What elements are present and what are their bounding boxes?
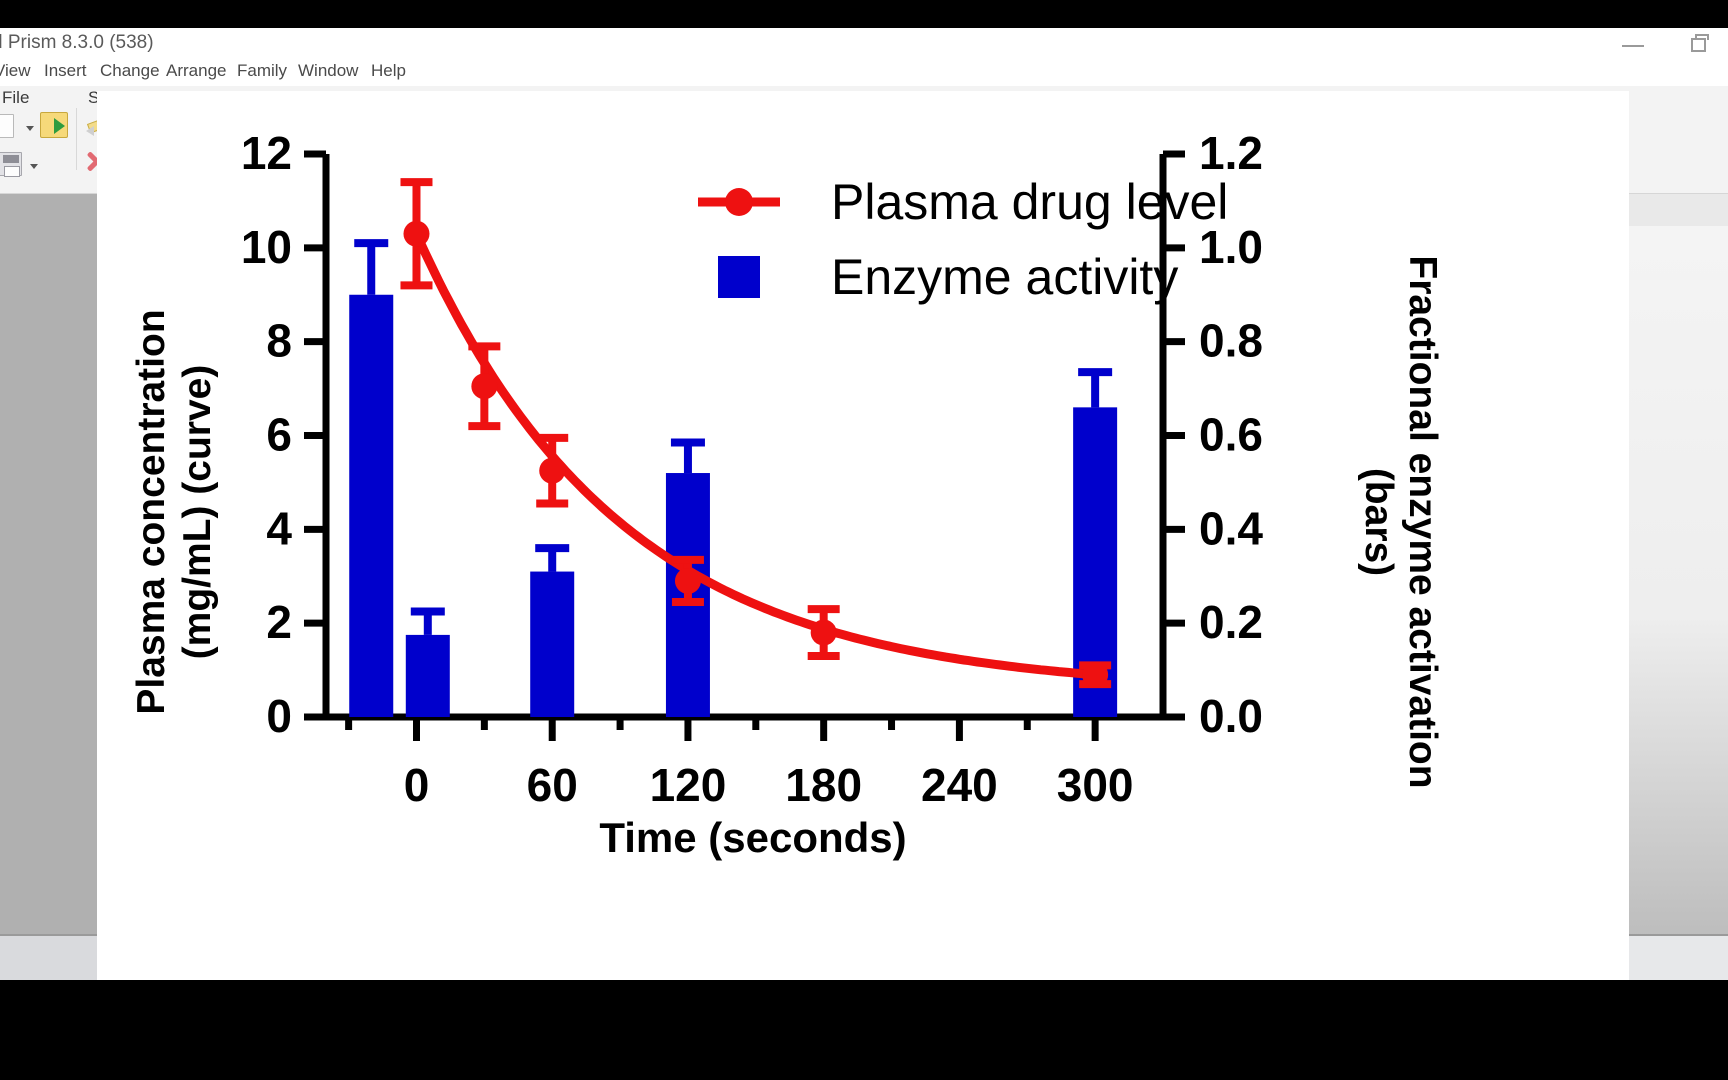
new-document-dropdown-caret[interactable] bbox=[26, 126, 34, 131]
data-point bbox=[539, 457, 566, 484]
legend-marker-circle bbox=[725, 188, 753, 216]
x-axis-title: Time (seconds) bbox=[599, 814, 906, 861]
y-axis-right-tick-label: 0.4 bbox=[1199, 502, 1263, 554]
data-point bbox=[1082, 661, 1109, 688]
data-point bbox=[403, 220, 430, 247]
y-axis-left-title-line1: Plasma concentration bbox=[130, 309, 173, 714]
y-axis-left-tick-label: 8 bbox=[266, 315, 292, 367]
bezel-top bbox=[0, 0, 1728, 28]
menu-item-family[interactable]: Family bbox=[237, 61, 287, 81]
y-axis-right-tick-label: 0.2 bbox=[1199, 596, 1263, 648]
restore-icon bbox=[1691, 38, 1706, 52]
x-axis-tick-label: 60 bbox=[527, 759, 578, 811]
y-axis-left-tick-label: 2 bbox=[266, 596, 292, 648]
menu-item-change[interactable]: Change bbox=[100, 61, 160, 81]
window-titlebar: d Prism 8.3.0 (538) bbox=[0, 28, 1728, 60]
bar bbox=[349, 294, 394, 717]
y-axis-right-title-line2: (bars) bbox=[1357, 468, 1400, 576]
toolbar-separator bbox=[76, 108, 77, 170]
y-axis-right-tick-label: 0.0 bbox=[1199, 690, 1263, 742]
bar bbox=[405, 634, 450, 717]
ribbon-tab-file[interactable]: File bbox=[2, 88, 29, 108]
export-icon[interactable] bbox=[40, 112, 68, 138]
bar bbox=[530, 571, 575, 717]
y-axis-left-title-line2: (mg/mL) (curve) bbox=[176, 365, 219, 660]
x-axis-tick-label: 240 bbox=[921, 759, 998, 811]
minimize-button[interactable] bbox=[1618, 32, 1648, 58]
y-axis-right-tick-label: 0.6 bbox=[1199, 409, 1263, 461]
legend-marker-square bbox=[718, 256, 760, 298]
window-controls bbox=[1618, 32, 1714, 58]
menu-item-view[interactable]: View bbox=[0, 61, 31, 81]
y-axis-left-title: Plasma concentration (mg/mL) (curve) bbox=[130, 309, 219, 714]
legend-label-enzyme-activity: Enzyme activity bbox=[831, 249, 1178, 305]
y-axis-left-tick-label: 4 bbox=[266, 502, 292, 554]
x-axis-tick-label: 0 bbox=[404, 759, 430, 811]
menu-item-window[interactable]: Window bbox=[298, 61, 358, 81]
menu-item-insert[interactable]: Insert bbox=[44, 61, 87, 81]
y-axis-right-title-line1: Fractional enzyme activation bbox=[1401, 255, 1444, 788]
data-point bbox=[810, 619, 837, 646]
y-axis-right-title: Fractional enzyme activation (bars) bbox=[1357, 255, 1444, 788]
y-axis-left-tick-label: 12 bbox=[241, 127, 292, 179]
save-dropdown-caret[interactable] bbox=[30, 164, 38, 169]
minimize-icon bbox=[1622, 45, 1644, 47]
menu-item-help[interactable]: Help bbox=[371, 61, 406, 81]
bezel-bottom bbox=[0, 980, 1728, 1080]
data-point bbox=[471, 373, 498, 400]
y-axis-right-tick-label: 1.2 bbox=[1199, 127, 1263, 179]
graph-sheet[interactable]: Plasma concentration (mg/mL) (curve) Fra… bbox=[98, 92, 1628, 982]
y-axis-left-tick-label: 10 bbox=[241, 221, 292, 273]
menu-item-arrange[interactable]: Arrange bbox=[166, 61, 226, 81]
menubar: View Insert Change Arrange Family Window… bbox=[0, 60, 1728, 86]
screen: d Prism 8.3.0 (538) View Insert Change A… bbox=[0, 0, 1728, 1080]
restore-button[interactable] bbox=[1684, 32, 1714, 58]
x-axis-tick-label: 300 bbox=[1057, 759, 1134, 811]
y-axis-right-tick-label: 0.8 bbox=[1199, 315, 1263, 367]
navigator-panel[interactable] bbox=[0, 194, 100, 934]
bars-layer bbox=[349, 239, 1118, 717]
new-document-icon[interactable] bbox=[0, 114, 14, 138]
legend-label-plasma-drug-level: Plasma drug level bbox=[831, 174, 1228, 230]
y-axis-left-tick-label: 0 bbox=[266, 690, 292, 742]
legend-layer: Plasma drug level Enzyme activity bbox=[698, 174, 1228, 305]
data-point bbox=[674, 567, 701, 594]
save-icon[interactable] bbox=[0, 152, 22, 177]
prism-graph[interactable]: Plasma concentration (mg/mL) (curve) Fra… bbox=[98, 92, 1628, 982]
x-axis-tick-label: 180 bbox=[785, 759, 862, 811]
x-axis-tick-label: 120 bbox=[650, 759, 727, 811]
y-axis-left-tick-label: 6 bbox=[266, 409, 292, 461]
window-title: d Prism 8.3.0 (538) bbox=[0, 32, 154, 53]
